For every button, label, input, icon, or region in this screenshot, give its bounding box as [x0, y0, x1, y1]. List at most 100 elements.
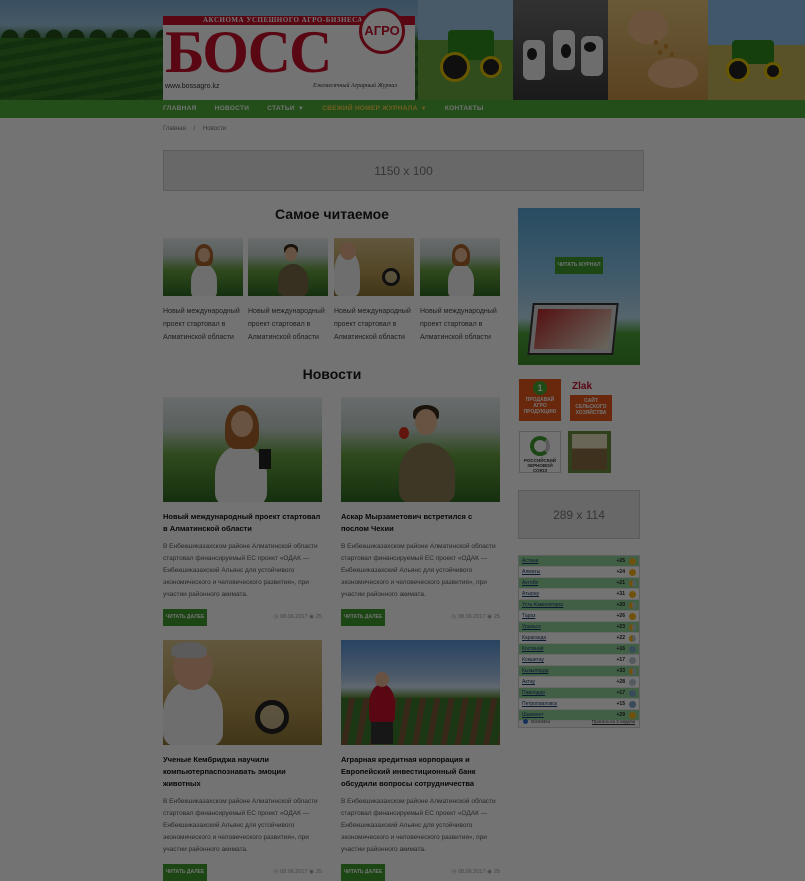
weather-temp: +25	[616, 558, 625, 564]
weather-temp: +24	[616, 569, 625, 575]
chevron-down-icon: ▼	[420, 106, 427, 112]
partner-sell-agro[interactable]: 1 ПРОДАВАЙ АГРО ПРОДУКЦИЮ	[519, 379, 561, 421]
weather-city[interactable]: Атырау	[522, 589, 539, 600]
weather-city[interactable]: Тараз	[522, 611, 535, 622]
news-card-title[interactable]: Аграрная кредитная корпорация и Европейс…	[341, 754, 500, 790]
partner-book[interactable]	[568, 431, 611, 473]
news-card-meta: ◷ 08.06.2017 ◉ 25	[451, 614, 500, 620]
person-figure	[448, 264, 474, 296]
nav-contacts[interactable]: КОНТАКТЫ	[445, 100, 484, 118]
news-date: 08.06.2017	[280, 869, 308, 875]
news-card-image[interactable]	[163, 397, 322, 502]
weather-rain-icon	[629, 701, 636, 708]
news-card-footer: ЧИТАТЬ ДАЛЕЕ ◷ 08.06.2017 ◉ 25	[341, 864, 500, 881]
news-card: Аграрная кредитная корпорация и Европейс…	[341, 640, 500, 881]
news-views: 25	[493, 869, 500, 875]
tractor-wheel	[764, 62, 782, 80]
weather-city[interactable]: Кокшетау	[522, 655, 544, 666]
book-cover-graphic	[572, 434, 607, 470]
read-more-button[interactable]: ЧИТАТЬ ДАЛЕЕ	[163, 864, 207, 881]
popular-item-title: Новый международный проект стартовал в А…	[248, 308, 325, 341]
partner-sell-number: 1	[533, 381, 547, 395]
weather-forecast-link[interactable]: Прогноз на 2 недели	[592, 717, 635, 727]
weather-temp: +16	[616, 646, 625, 652]
clock-icon: ◷	[451, 614, 456, 620]
news-date: 08.06.2017	[458, 869, 486, 875]
news-card-title[interactable]: Новый международный проект стартовал в А…	[163, 511, 322, 535]
popular-item[interactable]: Новый международный проект стартовал в А…	[420, 238, 500, 344]
weather-provider-label: Gismeteo	[531, 719, 551, 724]
banner-photo-cows	[513, 0, 608, 100]
nav-latest-issue-label: СВЕЖИЙ НОМЕР ЖУРНАЛА	[322, 105, 418, 112]
news-card-meta: ◷ 08.06.2017 ◉ 25	[451, 869, 500, 875]
weather-provider: Gismeteo	[523, 717, 550, 727]
weather-row: Павлодар +17	[519, 688, 639, 699]
weather-city[interactable]: Павлодар	[522, 688, 545, 699]
popular-item[interactable]: Новый международный проект стартовал в А…	[248, 238, 328, 344]
grain-union-logo	[530, 436, 550, 456]
hand-figure	[648, 58, 698, 88]
read-more-button[interactable]: ЧИТАТЬ ДАЛЕЕ	[341, 864, 385, 881]
read-more-button[interactable]: ЧИТАТЬ ДАЛЕЕ	[341, 609, 385, 626]
weather-temp: +21	[616, 580, 625, 586]
weather-temp: +33	[616, 668, 625, 674]
magazine-ad[interactable]: ЧИТАТЬ ЖУРНАЛ	[518, 208, 640, 365]
tractor-wheel	[726, 58, 750, 82]
news-date: 08.06.2017	[458, 614, 486, 620]
weather-city[interactable]: Усть-Каменогорск	[522, 600, 563, 611]
logo-seal: АГРО	[359, 8, 405, 54]
breadcrumb-home[interactable]: Главная	[163, 126, 186, 132]
popular-item[interactable]: Новый международный проект стартовал в А…	[334, 238, 414, 344]
clock-icon: ◷	[273, 614, 278, 620]
weather-temp: +26	[616, 613, 625, 619]
weather-cloud-icon	[629, 657, 636, 664]
tractor-wheel	[440, 52, 470, 82]
read-magazine-button[interactable]: ЧИТАТЬ ЖУРНАЛ	[555, 257, 603, 274]
news-card-title[interactable]: Ученые Кембриджа научили компьютерпаспоз…	[163, 754, 322, 790]
news-card-excerpt: В Енбекшиказахском районе Алматинской об…	[341, 543, 496, 598]
weather-row: Усть-Каменогорск +20	[519, 600, 639, 611]
partner-zlak-text: САЙТ СЕЛЬСКОГО ХОЗЯЙСТВА	[575, 398, 607, 416]
weather-sun-icon	[629, 558, 636, 565]
nav-news[interactable]: НОВОСТИ	[215, 100, 250, 118]
read-more-button[interactable]: ЧИТАТЬ ДАЛЕЕ	[163, 609, 207, 626]
nav-home[interactable]: ГЛАВНАЯ	[163, 100, 197, 118]
weather-temp: +15	[616, 701, 625, 707]
weather-temp: +28	[616, 679, 625, 685]
popular-section-title: Самое читаемое	[275, 206, 389, 222]
weather-row: Алматы +24	[519, 567, 639, 578]
news-card-image[interactable]	[341, 397, 500, 502]
news-card-title[interactable]: Аскар Мырзаметович встретился с послом Ч…	[341, 511, 500, 535]
popular-item-title: Новый международный проект стартовал в А…	[334, 308, 411, 341]
weather-city[interactable]: Уральск	[522, 622, 541, 633]
nav-articles[interactable]: СТАТЬИ ▼	[267, 100, 304, 118]
site-logo[interactable]: АКСИОМА УСПЕШНОГО АГРО-БИЗНЕСА БОСС АГРО…	[163, 8, 415, 100]
weather-row: Атырау +31	[519, 589, 639, 600]
weather-city[interactable]: Петропавловск	[522, 699, 557, 710]
news-views: 25	[493, 614, 500, 620]
news-card-image[interactable]	[163, 640, 322, 745]
news-views: 25	[315, 614, 322, 620]
weather-city[interactable]: Караганда	[522, 633, 546, 644]
ad-banner-side[interactable]: 289 x 114	[518, 490, 640, 539]
weather-temp: +23	[616, 624, 625, 630]
logo-wordmark: БОСС	[165, 19, 332, 85]
partner-zlak[interactable]: Zlak САЙТ СЕЛЬСКОГО ХОЗЯЙСТВА	[570, 379, 612, 421]
partner-russian-grain-union[interactable]: РОССИЙСКИЙ ЗЕРНОВОЙ СОЮЗ	[519, 431, 561, 473]
popular-item[interactable]: Новый международный проект стартовал в А…	[163, 238, 243, 344]
weather-row: Костанай +16	[519, 644, 639, 655]
weather-part-icon	[629, 668, 636, 675]
weather-city[interactable]: Астана	[522, 556, 538, 567]
weather-row: Караганда +22	[519, 633, 639, 644]
news-card-image[interactable]	[341, 640, 500, 745]
weather-city[interactable]: Кызылорда	[522, 666, 549, 677]
weather-cloud-icon	[629, 679, 636, 686]
weather-city[interactable]: Актау	[522, 677, 535, 688]
weather-row: Кокшетау +17	[519, 655, 639, 666]
pepper-graphic	[399, 427, 409, 439]
ad-banner-top[interactable]: 1150 x 100	[163, 150, 644, 191]
weather-city[interactable]: Актобе	[522, 578, 538, 589]
nav-latest-issue[interactable]: СВЕЖИЙ НОМЕР ЖУРНАЛА ▼	[322, 100, 427, 118]
weather-city[interactable]: Алматы	[522, 567, 540, 578]
weather-city[interactable]: Костанай	[522, 644, 544, 655]
